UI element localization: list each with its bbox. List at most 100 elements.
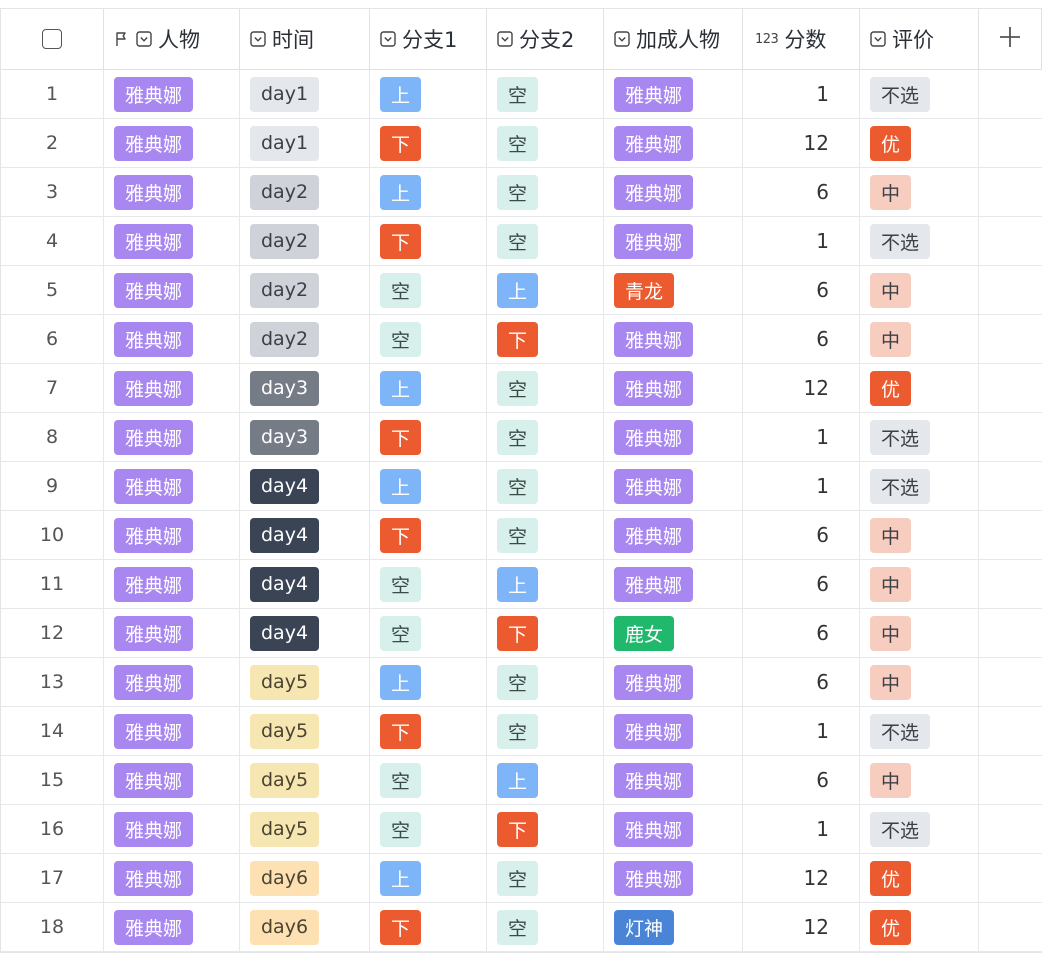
rating-cell[interactable]: 优 <box>860 854 979 902</box>
branch1-cell[interactable]: 空 <box>370 266 487 314</box>
table-row[interactable]: 7 雅典娜 day3 上 空 雅典娜 12 优 <box>1 364 1042 413</box>
rating-cell[interactable]: 不选 <box>860 805 979 853</box>
person-cell[interactable]: 雅典娜 <box>104 707 240 755</box>
table-row[interactable]: 16 雅典娜 day5 空 下 雅典娜 1 不选 <box>1 805 1042 854</box>
table-row[interactable]: 17 雅典娜 day6 上 空 雅典娜 12 优 <box>1 854 1042 903</box>
table-row[interactable]: 9 雅典娜 day4 上 空 雅典娜 1 不选 <box>1 462 1042 511</box>
branch1-cell[interactable]: 下 <box>370 707 487 755</box>
table-row[interactable]: 4 雅典娜 day2 下 空 雅典娜 1 不选 <box>1 217 1042 266</box>
branch1-cell[interactable]: 空 <box>370 609 487 657</box>
branch1-cell[interactable]: 下 <box>370 511 487 559</box>
column-header-time[interactable]: 时间 <box>240 9 370 69</box>
branch2-cell[interactable]: 上 <box>487 560 604 608</box>
bonus-person-cell[interactable]: 雅典娜 <box>604 315 743 363</box>
rating-cell[interactable]: 优 <box>860 903 979 951</box>
time-cell[interactable]: day2 <box>240 266 370 314</box>
table-row[interactable]: 6 雅典娜 day2 空 下 雅典娜 6 中 <box>1 315 1042 364</box>
table-row[interactable]: 11 雅典娜 day4 空 上 雅典娜 6 中 <box>1 560 1042 609</box>
rating-cell[interactable]: 中 <box>860 315 979 363</box>
bonus-person-cell[interactable]: 雅典娜 <box>604 805 743 853</box>
branch2-cell[interactable]: 下 <box>487 805 604 853</box>
person-cell[interactable]: 雅典娜 <box>104 413 240 461</box>
time-cell[interactable]: day5 <box>240 658 370 706</box>
score-cell[interactable]: 6 <box>743 511 860 559</box>
rating-cell[interactable]: 中 <box>860 756 979 804</box>
bonus-person-cell[interactable]: 雅典娜 <box>604 560 743 608</box>
score-cell[interactable]: 12 <box>743 364 860 412</box>
time-cell[interactable]: day1 <box>240 70 370 118</box>
bonus-person-cell[interactable]: 雅典娜 <box>604 70 743 118</box>
bonus-person-cell[interactable]: 雅典娜 <box>604 707 743 755</box>
branch1-cell[interactable]: 下 <box>370 119 487 167</box>
branch1-cell[interactable]: 下 <box>370 903 487 951</box>
bonus-person-cell[interactable]: 雅典娜 <box>604 854 743 902</box>
person-cell[interactable]: 雅典娜 <box>104 462 240 510</box>
table-row[interactable]: 3 雅典娜 day2 上 空 雅典娜 6 中 <box>1 168 1042 217</box>
branch1-cell[interactable]: 空 <box>370 315 487 363</box>
person-cell[interactable]: 雅典娜 <box>104 511 240 559</box>
score-cell[interactable]: 6 <box>743 168 860 216</box>
table-row[interactable]: 18 雅典娜 day6 下 空 灯神 12 优 <box>1 903 1042 952</box>
branch1-cell[interactable]: 上 <box>370 658 487 706</box>
person-cell[interactable]: 雅典娜 <box>104 168 240 216</box>
table-row[interactable]: 15 雅典娜 day5 空 上 雅典娜 6 中 <box>1 756 1042 805</box>
branch2-cell[interactable]: 下 <box>487 315 604 363</box>
time-cell[interactable]: day4 <box>240 609 370 657</box>
branch2-cell[interactable]: 上 <box>487 756 604 804</box>
time-cell[interactable]: day3 <box>240 364 370 412</box>
bonus-person-cell[interactable]: 雅典娜 <box>604 756 743 804</box>
score-cell[interactable]: 1 <box>743 462 860 510</box>
time-cell[interactable]: day1 <box>240 119 370 167</box>
person-cell[interactable]: 雅典娜 <box>104 854 240 902</box>
score-cell[interactable]: 6 <box>743 266 860 314</box>
person-cell[interactable]: 雅典娜 <box>104 560 240 608</box>
score-cell[interactable]: 12 <box>743 854 860 902</box>
bonus-person-cell[interactable]: 鹿女 <box>604 609 743 657</box>
table-row[interactable]: 10 雅典娜 day4 下 空 雅典娜 6 中 <box>1 511 1042 560</box>
time-cell[interactable]: day2 <box>240 217 370 265</box>
branch2-cell[interactable]: 空 <box>487 707 604 755</box>
column-header-branch2[interactable]: 分支2 <box>487 9 604 69</box>
branch2-cell[interactable]: 空 <box>487 70 604 118</box>
branch2-cell[interactable]: 空 <box>487 168 604 216</box>
person-cell[interactable]: 雅典娜 <box>104 903 240 951</box>
time-cell[interactable]: day5 <box>240 707 370 755</box>
score-cell[interactable]: 6 <box>743 658 860 706</box>
person-cell[interactable]: 雅典娜 <box>104 315 240 363</box>
time-cell[interactable]: day4 <box>240 560 370 608</box>
person-cell[interactable]: 雅典娜 <box>104 119 240 167</box>
person-cell[interactable]: 雅典娜 <box>104 266 240 314</box>
rating-cell[interactable]: 中 <box>860 266 979 314</box>
table-row[interactable]: 12 雅典娜 day4 空 下 鹿女 6 中 <box>1 609 1042 658</box>
bonus-person-cell[interactable]: 雅典娜 <box>604 119 743 167</box>
branch1-cell[interactable]: 下 <box>370 217 487 265</box>
time-cell[interactable]: day6 <box>240 854 370 902</box>
branch1-cell[interactable]: 上 <box>370 70 487 118</box>
branch2-cell[interactable]: 空 <box>487 413 604 461</box>
branch2-cell[interactable]: 上 <box>487 266 604 314</box>
score-cell[interactable]: 1 <box>743 70 860 118</box>
table-row[interactable]: 13 雅典娜 day5 上 空 雅典娜 6 中 <box>1 658 1042 707</box>
branch2-cell[interactable]: 空 <box>487 462 604 510</box>
score-cell[interactable]: 12 <box>743 903 860 951</box>
rating-cell[interactable]: 中 <box>860 511 979 559</box>
bonus-person-cell[interactable]: 雅典娜 <box>604 658 743 706</box>
bonus-person-cell[interactable]: 雅典娜 <box>604 364 743 412</box>
branch2-cell[interactable]: 空 <box>487 217 604 265</box>
rating-cell[interactable]: 中 <box>860 560 979 608</box>
rating-cell[interactable]: 中 <box>860 658 979 706</box>
branch1-cell[interactable]: 上 <box>370 168 487 216</box>
bonus-person-cell[interactable]: 灯神 <box>604 903 743 951</box>
score-cell[interactable]: 6 <box>743 756 860 804</box>
branch2-cell[interactable]: 空 <box>487 511 604 559</box>
time-cell[interactable]: day2 <box>240 168 370 216</box>
rating-cell[interactable]: 中 <box>860 609 979 657</box>
time-cell[interactable]: day4 <box>240 462 370 510</box>
branch2-cell[interactable]: 下 <box>487 609 604 657</box>
person-cell[interactable]: 雅典娜 <box>104 70 240 118</box>
person-cell[interactable]: 雅典娜 <box>104 364 240 412</box>
table-row[interactable]: 5 雅典娜 day2 空 上 青龙 6 中 <box>1 266 1042 315</box>
person-cell[interactable]: 雅典娜 <box>104 217 240 265</box>
branch1-cell[interactable]: 上 <box>370 462 487 510</box>
table-row[interactable]: 2 雅典娜 day1 下 空 雅典娜 12 优 <box>1 119 1042 168</box>
